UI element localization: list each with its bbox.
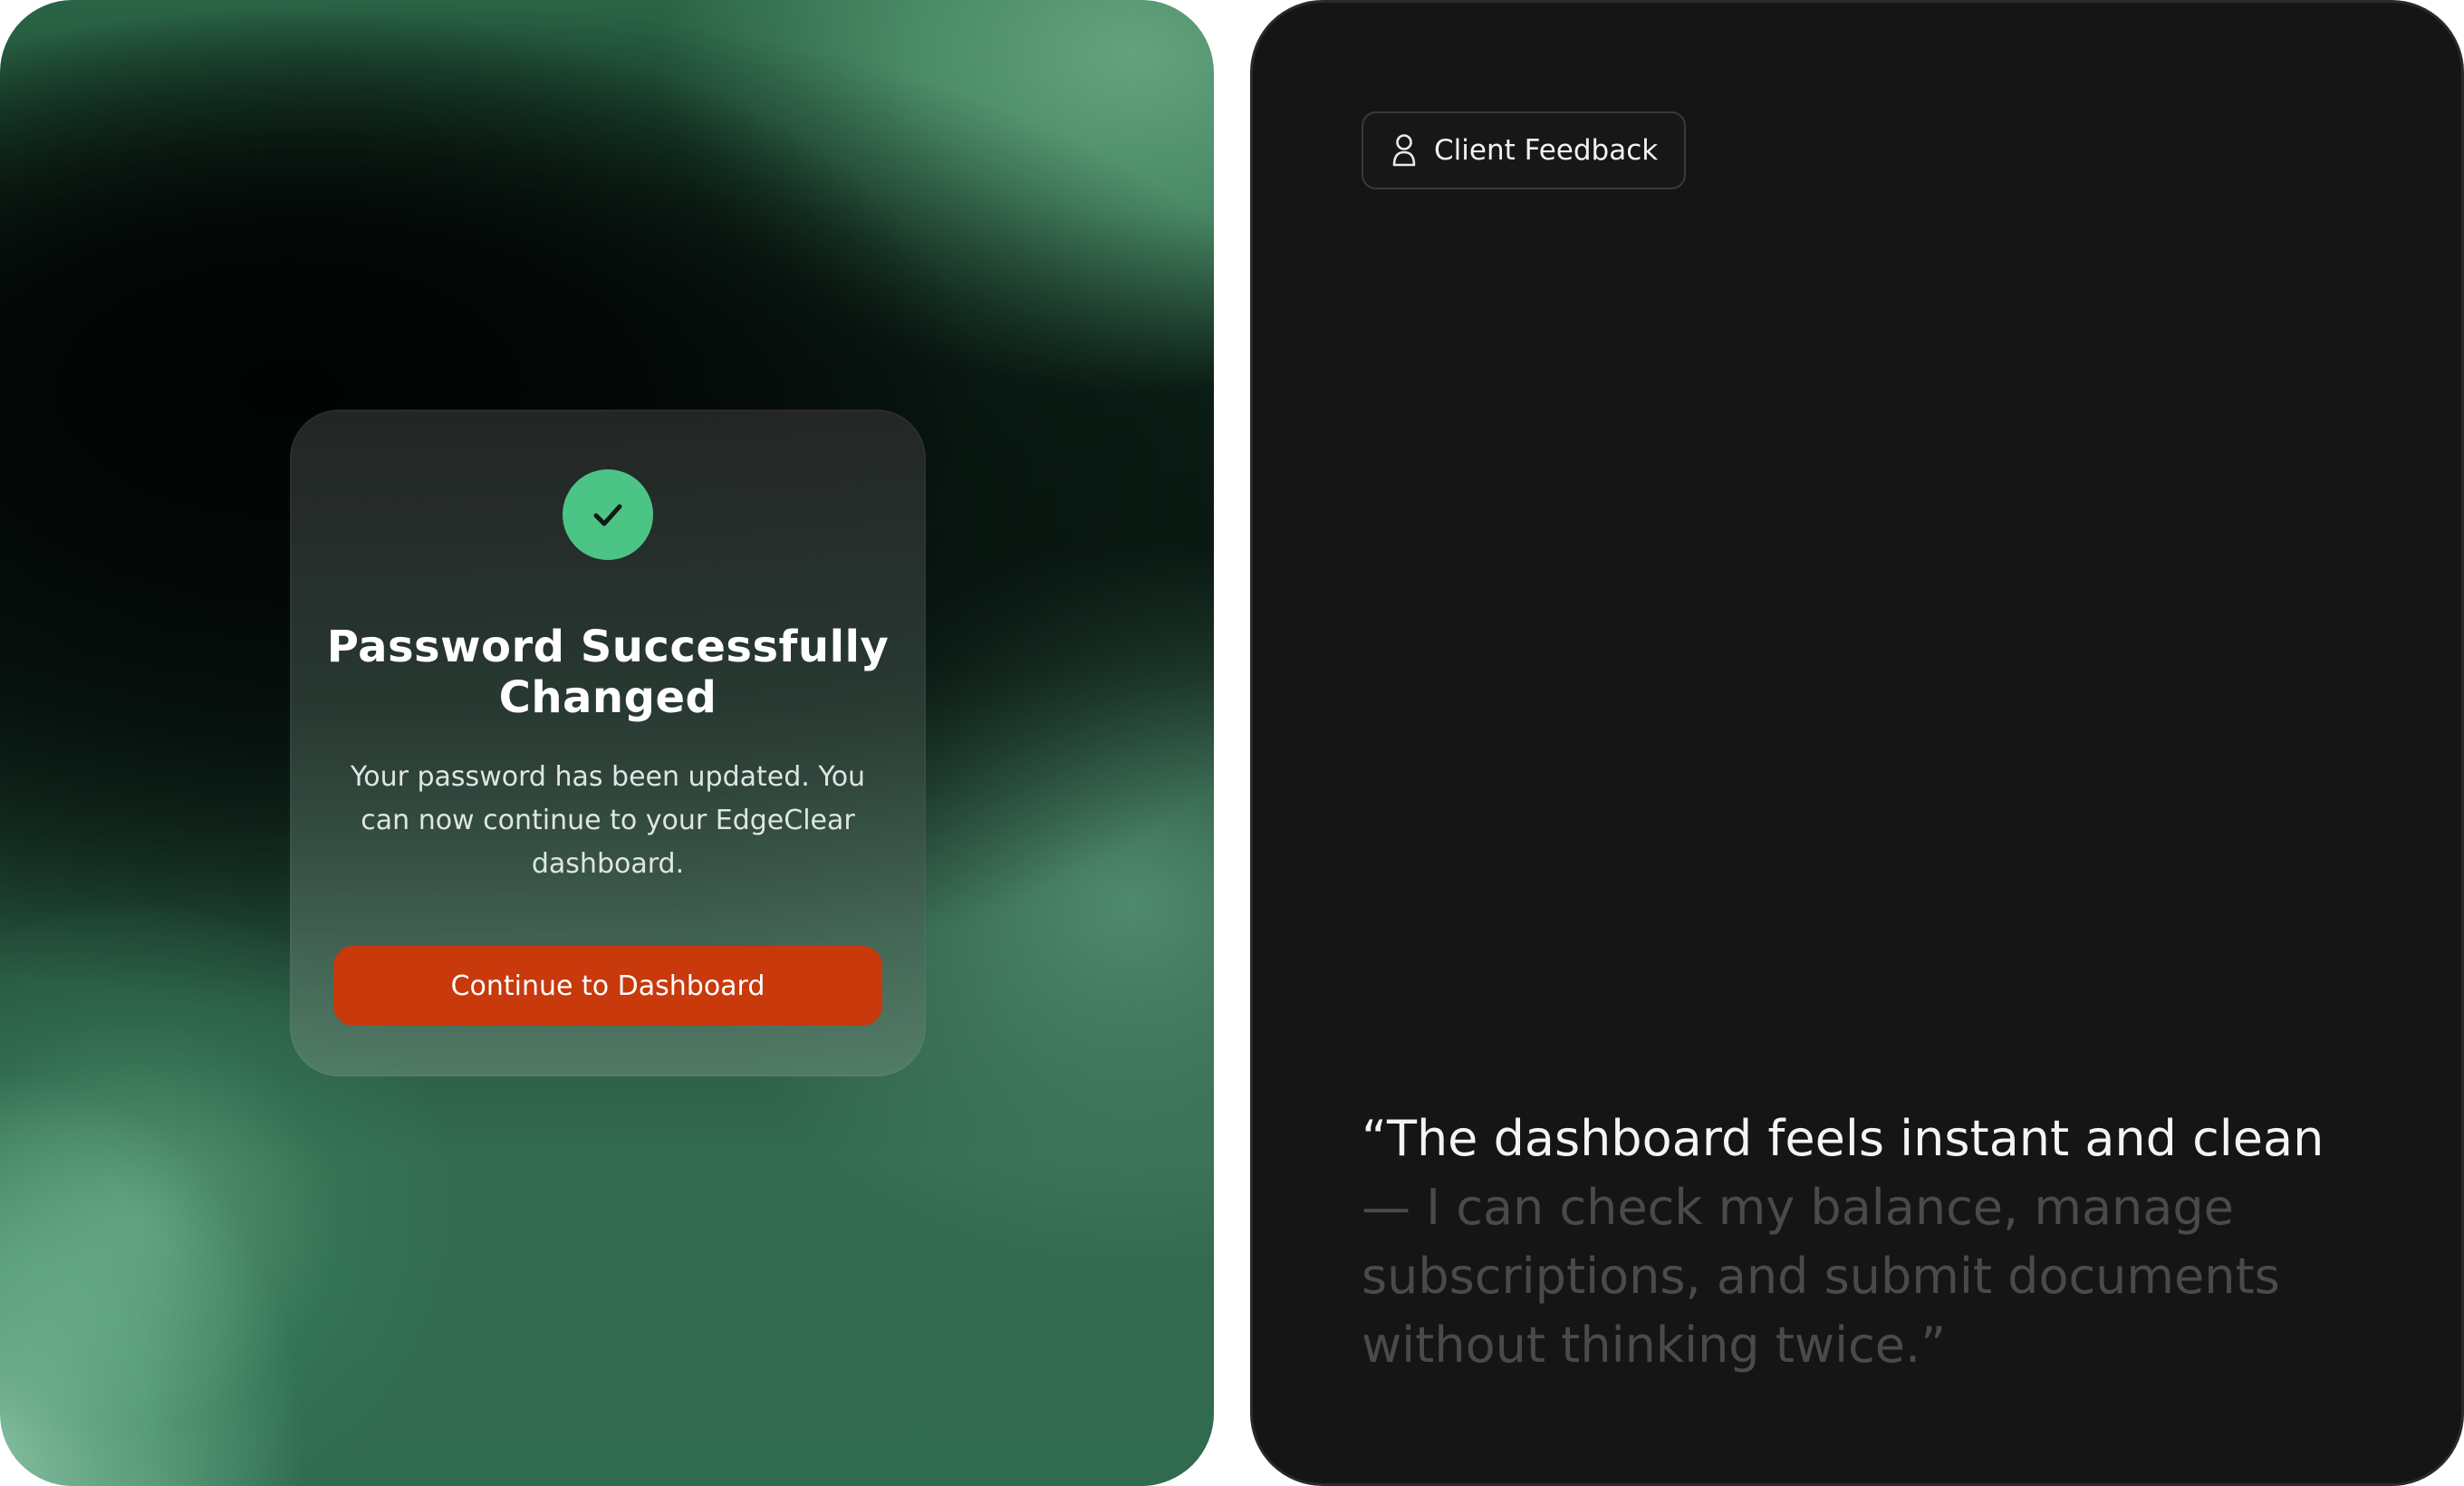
user-icon — [1391, 132, 1418, 169]
screen: Password Successfully Changed Your passw… — [0, 0, 2464, 1486]
testimonial-quote: “The dashboard feels instant and clean —… — [1362, 1105, 2376, 1380]
quote-highlight: “The dashboard feels instant and clean — [1362, 1110, 2324, 1167]
continue-to-dashboard-button[interactable]: Continue to Dashboard — [333, 946, 882, 1026]
quote-dash: — — [1362, 1179, 1410, 1236]
password-success-panel: Password Successfully Changed Your passw… — [0, 0, 1214, 1486]
quote-rest: I can check my balance, manage subscript… — [1362, 1179, 2280, 1374]
check-icon — [593, 504, 622, 526]
success-title: Password Successfully Changed — [326, 622, 890, 723]
success-card: Password Successfully Changed Your passw… — [290, 410, 926, 1076]
chip-label: Client Feedback — [1434, 134, 1659, 167]
success-message: Your password has been updated. You can … — [350, 761, 866, 880]
testimonial-panel: Client Feedback “The dashboard feels ins… — [1250, 0, 2464, 1486]
client-feedback-chip: Client Feedback — [1362, 111, 1686, 189]
success-badge — [563, 469, 653, 560]
